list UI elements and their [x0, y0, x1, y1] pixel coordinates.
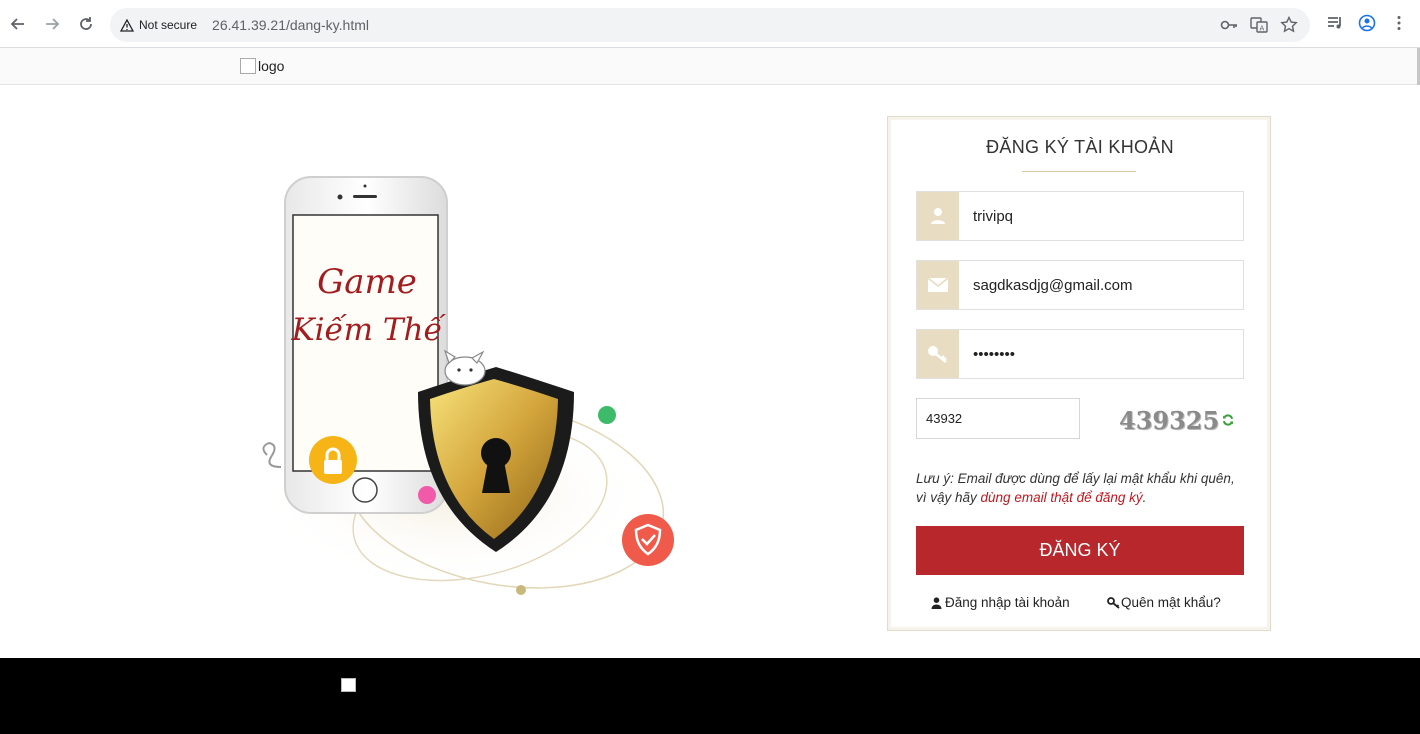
site-header: logo	[0, 48, 1420, 85]
refresh-captcha-icon[interactable]	[1222, 413, 1234, 431]
menu-kebab-icon[interactable]	[1390, 14, 1408, 37]
login-link-label: Đăng nhập tài khoản	[945, 595, 1070, 610]
envelope-icon	[917, 261, 959, 309]
warning-icon	[120, 18, 134, 32]
footer	[0, 658, 1420, 734]
captcha-image: 439325	[1119, 405, 1220, 435]
media-queue-icon[interactable]	[1326, 14, 1344, 37]
register-form: ĐĂNG KÝ TÀI KHOẢN trivipq sagdkasdjg@gma…	[887, 116, 1271, 631]
email-field[interactable]: sagdkasdjg@gmail.com	[916, 260, 1244, 310]
username-value[interactable]: trivipq	[959, 192, 1243, 240]
username-field[interactable]: trivipq	[916, 191, 1244, 241]
padlock-icon	[309, 436, 357, 484]
key-icon[interactable]	[1220, 16, 1238, 39]
main-content: Game Kiếm Thế ĐĂNG KÝ TÀI KHOẢN trivipq …	[0, 85, 1420, 658]
note-suffix: .	[1142, 490, 1147, 505]
security-illustration: Game Kiếm Thế	[255, 176, 674, 595]
security-chip[interactable]: Not secure	[120, 18, 197, 32]
bookmark-star-icon[interactable]	[1280, 15, 1298, 39]
profile-icon[interactable]	[1358, 14, 1376, 37]
logo[interactable]: logo	[240, 58, 284, 74]
url-text[interactable]: 26.41.39.21/dang-ky.html	[212, 17, 369, 33]
captcha-input[interactable]: 43932	[916, 398, 1080, 439]
user-icon	[931, 596, 942, 609]
orbit-dot-green	[598, 406, 616, 424]
key-icon	[917, 330, 959, 378]
password-field[interactable]: ••••••••	[916, 329, 1244, 379]
email-note: Lưu ý: Email được dùng để lấy lại mật kh…	[916, 469, 1246, 507]
key-icon	[1107, 596, 1120, 609]
back-icon[interactable]	[8, 14, 28, 34]
orbit-dot-tan	[516, 585, 526, 595]
form-title: ĐĂNG KÝ TÀI KHOẢN	[986, 137, 1174, 157]
svg-text:A: A	[1260, 25, 1265, 33]
cat-mascot	[443, 349, 486, 386]
register-button[interactable]: ĐĂNG KÝ	[916, 526, 1244, 575]
phone-text-line2: Kiếm Thế	[290, 312, 446, 348]
password-value[interactable]: ••••••••	[959, 330, 1243, 378]
broken-image-icon	[240, 58, 256, 74]
forgot-link-label: Quên mật khẩu?	[1121, 595, 1221, 610]
title-divider	[1022, 171, 1136, 172]
forward-icon[interactable]	[42, 14, 62, 34]
email-value[interactable]: sagdkasdjg@gmail.com	[959, 261, 1243, 309]
address-bar[interactable]: Not secure 26.41.39.21/dang-ky.html A	[110, 8, 1310, 42]
note-highlight: dùng email thật để đăng ký	[980, 490, 1143, 505]
phone-text-line1: Game	[317, 262, 417, 302]
reload-icon[interactable]	[76, 14, 96, 34]
broken-image-icon	[341, 678, 356, 692]
security-label: Not secure	[139, 18, 198, 32]
orbit-dot-pink	[418, 486, 436, 504]
browser-toolbar: Not secure 26.41.39.21/dang-ky.html A	[0, 0, 1420, 48]
translate-icon[interactable]: A	[1250, 16, 1268, 39]
logo-alt-text: logo	[258, 58, 285, 74]
shield-check-icon	[622, 514, 674, 566]
forgot-password-link[interactable]: Quên mật khẩu?	[1107, 595, 1221, 610]
login-link[interactable]: Đăng nhập tài khoản	[931, 595, 1070, 610]
user-icon	[917, 192, 959, 240]
